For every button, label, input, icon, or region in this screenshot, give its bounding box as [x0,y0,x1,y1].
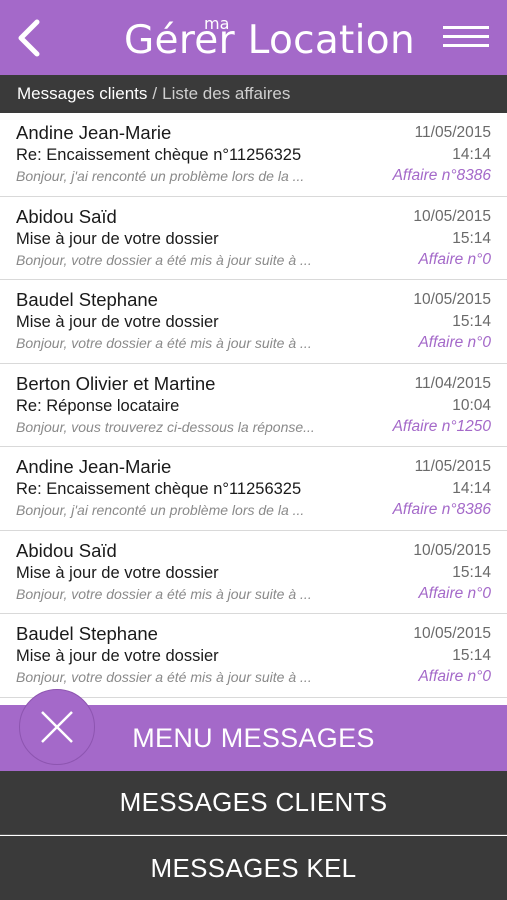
hamburger-menu-button[interactable] [443,26,489,52]
breadcrumb: Messages clients / Liste des affaires [0,75,507,113]
sender-name: Abidou Saïd [16,539,117,561]
menu-messages-title: MENU MESSAGES [132,722,375,753]
message-date: 10/05/2015 [413,207,491,225]
message-preview: Bonjour, votre dossier a été mis à jour … [16,669,312,685]
affaire-link[interactable]: Affaire n°0 [418,668,491,686]
message-subject: Mise à jour de votre dossier [16,647,219,665]
message-time: 15:14 [452,229,491,247]
message-subject: Re: Réponse locataire [16,396,180,415]
close-icon [41,711,73,743]
message-date: 10/05/2015 [413,541,491,559]
message-time: 15:14 [452,647,491,664]
message-row[interactable]: Abidou Saïd Mise à jour de votre dossier B… [0,531,507,614]
message-row[interactable]: Andine Jean-Marie Re: Encaissement chèque… [0,113,507,197]
hamburger-menu-icon [443,26,489,29]
message-time: 10:04 [452,396,491,414]
sender-name: Andine Jean-Marie [16,122,172,143]
close-menu-button[interactable] [19,689,95,765]
logo-main-text: Gérer Location [124,18,415,63]
message-row[interactable]: Abidou Saïd Mise à jour de votre dossier B… [0,197,507,280]
message-preview: Bonjour, votre dossier a été mis à jour … [16,585,312,602]
message-row[interactable]: Berton Olivier et Martine Re: Réponse loc… [0,364,507,447]
sender-name: Abidou Saïd [16,205,117,227]
app-header: ma Gérer Location [0,0,507,75]
affaire-link[interactable]: Affaire n°1250 [393,418,491,436]
chevron-left-icon [18,19,40,57]
affaire-link[interactable]: Affaire n°0 [418,334,491,352]
sender-name: Baudel Stephane [16,623,158,644]
app-logo: ma Gérer Location [124,14,415,64]
affaire-link[interactable]: Affaire n°0 [418,585,491,603]
message-preview: Bonjour, j'ai renconté un problème lors … [16,168,305,184]
sender-name: Baudel Stephane [16,289,158,310]
message-subject: Mise à jour de votre dossier [16,563,219,582]
menu-option-label: MESSAGES KEL [150,852,357,883]
message-date: 11/05/2015 [414,458,491,475]
message-subject: Re: Encaissement chèque n°11256325 [16,146,302,164]
affaire-link[interactable]: Affaire n°0 [418,251,491,269]
message-subject: Mise à jour de votre dossier [16,313,219,331]
breadcrumb-link-affaires[interactable]: Liste des affaires [162,84,290,104]
message-preview: Bonjour, vous trouverez ci-dessous la ré… [16,418,315,435]
message-date: 11/05/2015 [414,124,491,141]
affaire-link[interactable]: Affaire n°8386 [393,501,491,519]
back-button[interactable] [12,18,46,58]
breadcrumb-separator: / [152,84,158,103]
menu-option-messages-kel[interactable]: MESSAGES KEL [0,836,507,900]
message-subject: Re: Encaissement chèque n°11256325 [16,480,302,498]
message-preview: Bonjour, j'ai renconté un problème lors … [16,502,305,518]
menu-option-messages-clients[interactable]: MESSAGES CLIENTS [0,771,507,835]
menu-option-label: MESSAGES CLIENTS [119,787,388,817]
message-date: 10/05/2015 [413,625,491,642]
message-row[interactable]: Baudel Stephane Mise à jour de votre doss… [0,614,507,698]
message-time: 15:14 [452,313,491,330]
message-date: 11/04/2015 [414,374,491,392]
message-row[interactable]: Andine Jean-Marie Re: Encaissement chèque… [0,447,507,531]
message-row[interactable]: Baudel Stephane Mise à jour de votre doss… [0,280,507,364]
message-preview: Bonjour, votre dossier a été mis à jour … [16,251,312,268]
hamburger-line [443,35,489,38]
message-list: Andine Jean-Marie Re: Encaissement chèque… [0,113,507,713]
message-time: 15:14 [452,563,491,581]
message-time: 14:14 [452,146,491,163]
hamburger-line [443,44,489,47]
message-subject: Mise à jour de votre dossier [16,229,219,248]
breadcrumb-current: Messages clients [17,84,148,103]
message-date: 10/05/2015 [413,291,491,308]
message-preview: Bonjour, votre dossier a été mis à jour … [16,335,312,351]
message-time: 14:14 [452,480,491,497]
sender-name: Andine Jean-Marie [16,456,172,477]
affaire-link[interactable]: Affaire n°8386 [393,167,491,185]
sender-name: Berton Olivier et Martine [16,372,216,394]
